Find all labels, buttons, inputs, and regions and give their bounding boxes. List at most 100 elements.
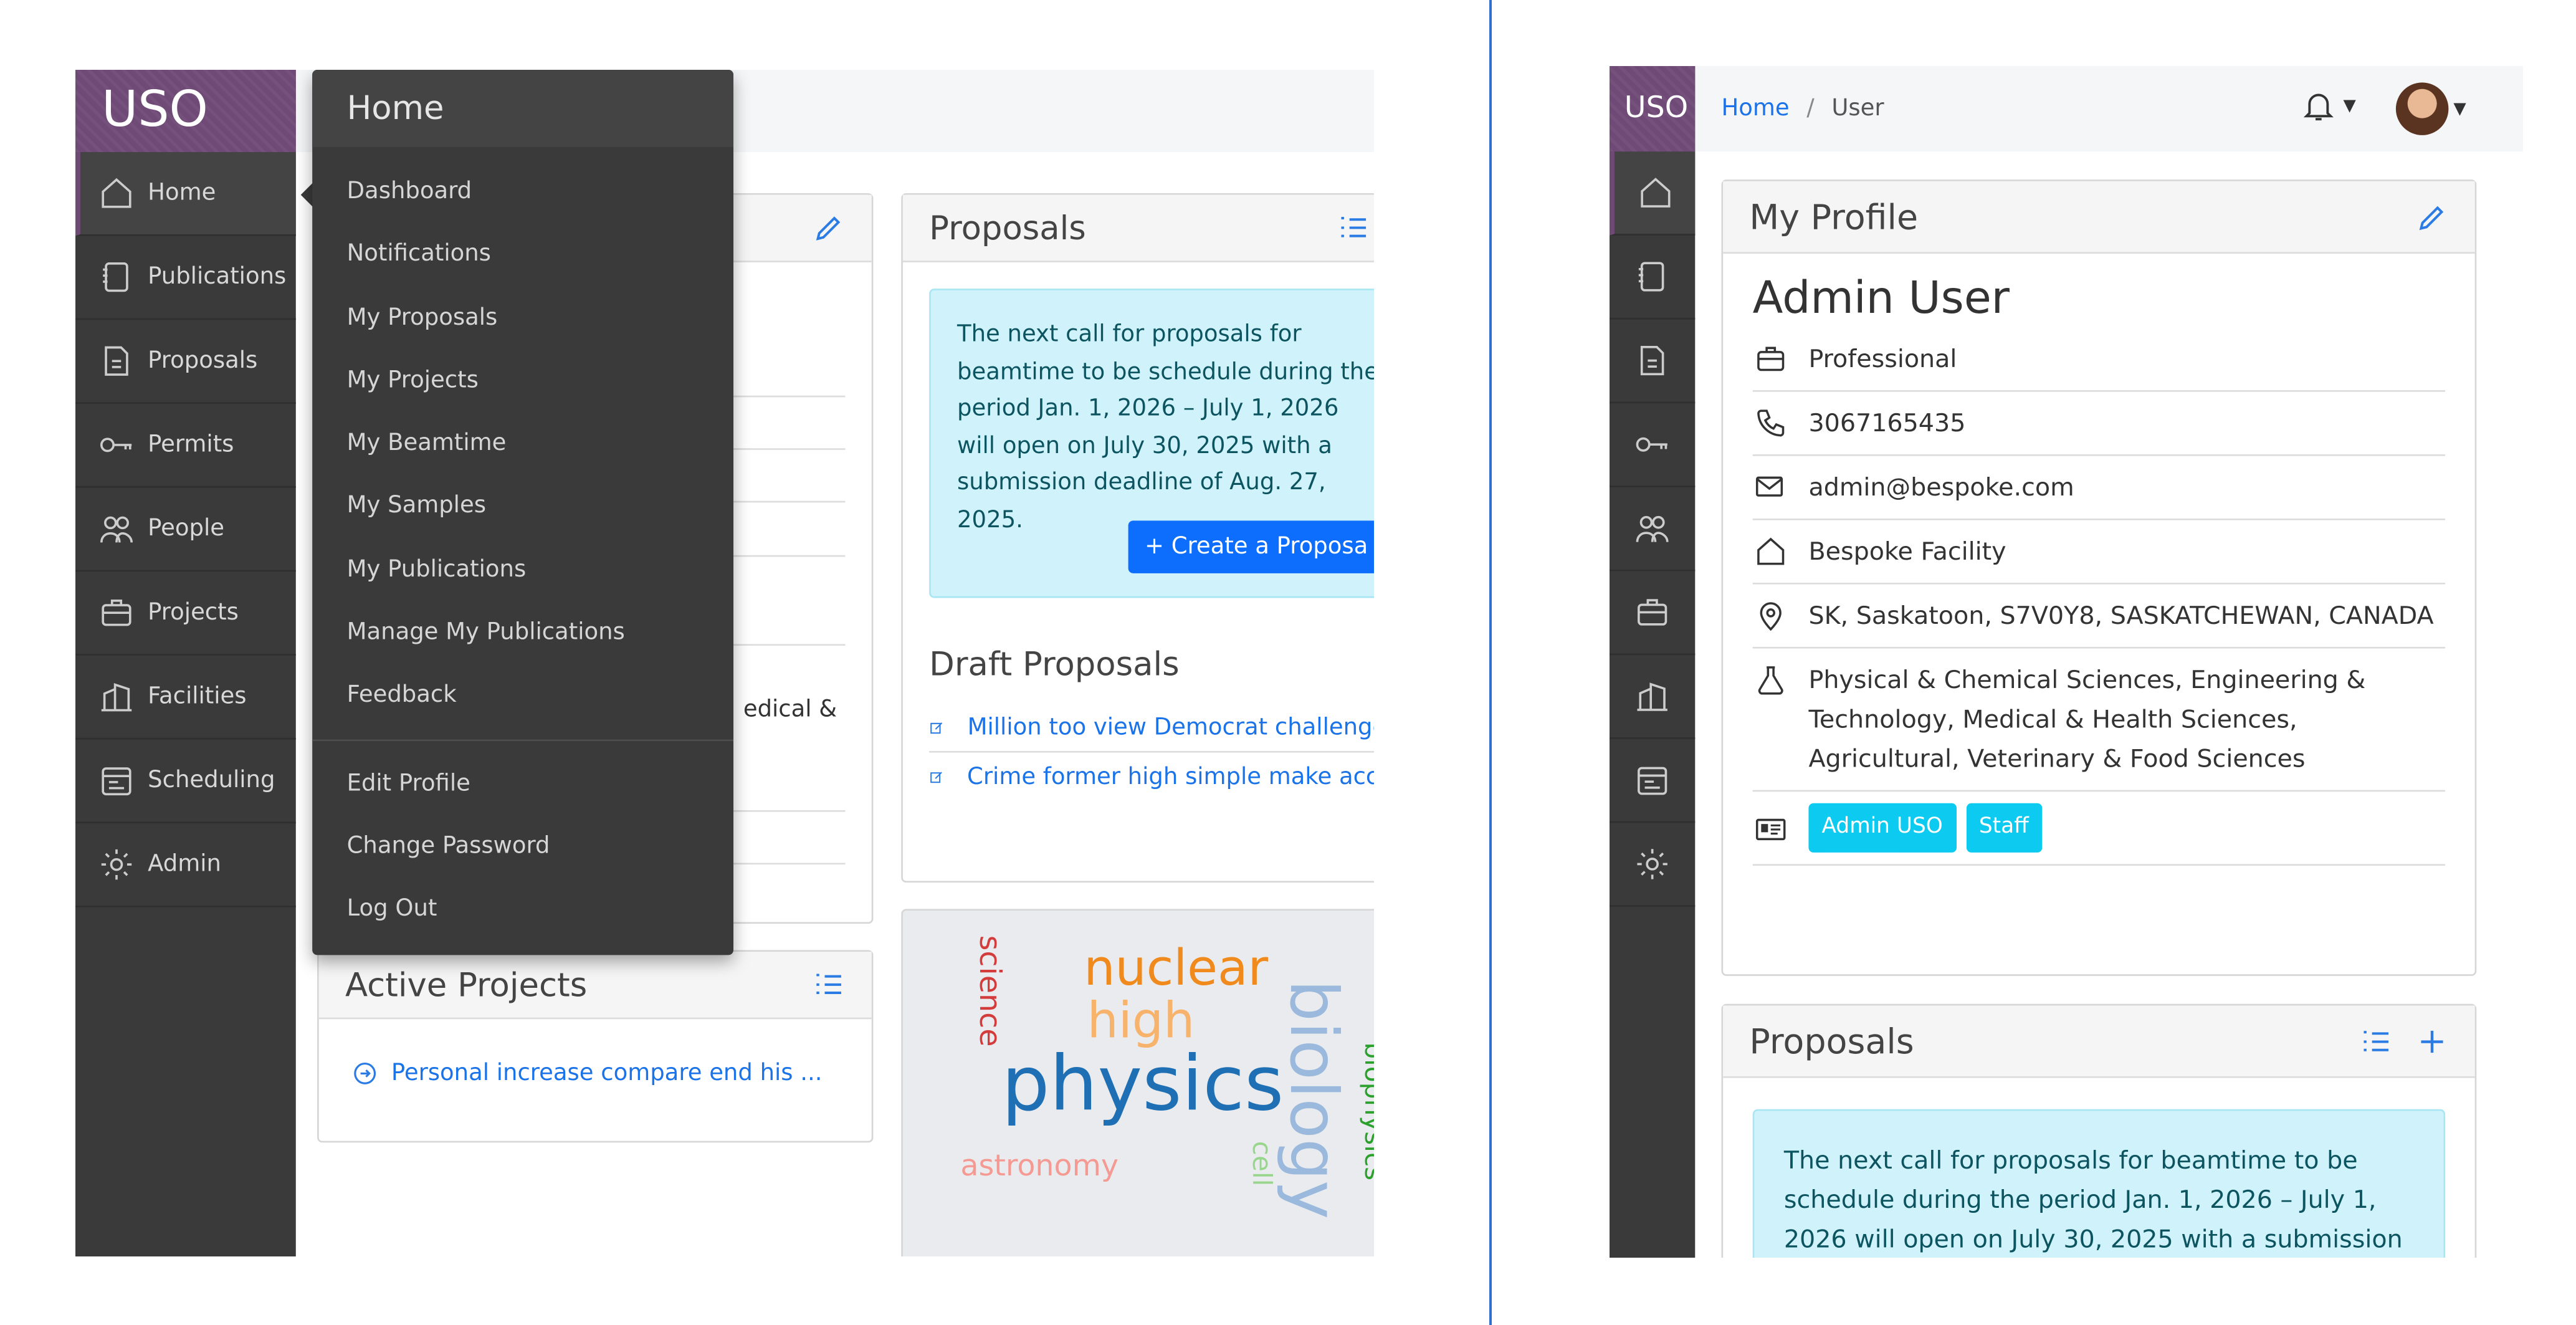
gear-icon: [98, 846, 135, 883]
facility-value: Bespoke Facility: [1808, 537, 2006, 567]
role-value: Professional: [1808, 344, 1957, 374]
home-icon: [1757, 537, 1785, 565]
sidebar-item-permits[interactable]: Permits: [75, 404, 296, 488]
proposals-icon: [98, 343, 135, 379]
home-icon: [1637, 175, 1673, 211]
breadcrumb-home[interactable]: Home: [1722, 96, 1790, 122]
screen-divider: [1489, 0, 1492, 1325]
active-projects-title: Active Projects: [345, 965, 588, 1005]
chevron-down-icon: ▼: [2343, 96, 2356, 115]
key-icon: [1634, 426, 1671, 462]
sidebar-item-proposals[interactable]: [1610, 320, 1696, 404]
sidebar-item-permits[interactable]: [1610, 403, 1696, 487]
edit-icon: [930, 772, 942, 783]
sidebar-item-publications[interactable]: [1610, 236, 1696, 320]
user-menu-button[interactable]: ▼: [2395, 82, 2466, 135]
sidebar-item-label: People: [148, 515, 224, 542]
sidebar-item-scheduling[interactable]: Scheduling: [75, 739, 296, 824]
sidebar-item-home[interactable]: Home: [75, 152, 296, 236]
sidebar-item-projects[interactable]: [1610, 571, 1696, 656]
sidebar-item-label: Projects: [148, 600, 239, 626]
menu-item-dashboard[interactable]: Dashboard: [312, 160, 733, 223]
word-cell: cell: [1246, 1141, 1278, 1187]
home-dropdown-menu: Home Dashboard Notifications My Proposal…: [312, 70, 733, 955]
menu-divider: [312, 739, 733, 741]
profile-row-areas: Physical & Chemical Sciences, Engineerin…: [1752, 649, 2446, 792]
sidebar-item-home[interactable]: [1610, 151, 1696, 236]
proposals-card: Proposals The next call for proposals fo…: [901, 193, 1374, 883]
building-icon: [1634, 678, 1671, 714]
my-profile-card: My Profile Admin User Professional 30671…: [1721, 179, 2477, 976]
menu-item-my-proposals[interactable]: My Proposals: [312, 286, 733, 349]
phone-value: 3067165435: [1808, 408, 1966, 438]
proposals-card-title: Proposals: [1749, 1021, 1914, 1061]
sidebar-item-facilities[interactable]: Facilities: [75, 656, 296, 740]
role-badge: Admin USO: [1808, 803, 1956, 853]
flask-icon: [1758, 666, 1783, 695]
key-icon: [98, 427, 135, 463]
sidebar-item-label: Facilities: [148, 683, 247, 710]
list-item[interactable]: Million too view Democrat challenge pe: [929, 705, 1374, 753]
my-profile-header: My Profile: [1723, 181, 2475, 254]
word-astronomy: astronomy: [960, 1149, 1119, 1184]
sidebar: USO Home Publications Proposals Permits …: [75, 70, 296, 1256]
menu-item-my-samples[interactable]: My Samples: [312, 476, 733, 538]
list-icon[interactable]: [1337, 211, 1370, 244]
map-pin-icon: [1760, 602, 1782, 631]
people-icon: [98, 511, 135, 547]
sidebar-item-publications[interactable]: Publications: [75, 236, 296, 320]
create-proposal-button[interactable]: + Create a Proposa: [1128, 520, 1374, 573]
word-nuclear: nuclear: [1084, 940, 1269, 998]
sidebar-item-label: Publications: [148, 264, 287, 290]
draft-link[interactable]: Crime former high simple make accordi: [967, 764, 1374, 790]
edit-icon: [930, 722, 943, 734]
role-badge: Staff: [1965, 803, 2042, 853]
sidebar-item-people[interactable]: People: [75, 488, 296, 572]
menu-item-feedback[interactable]: Feedback: [312, 664, 733, 727]
notifications-button[interactable]: ▼: [2301, 86, 2356, 125]
sidebar-item-scheduling[interactable]: [1610, 739, 1696, 823]
list-icon[interactable]: [813, 968, 846, 1001]
add-icon[interactable]: [2416, 1025, 2449, 1058]
draft-link[interactable]: Million too view Democrat challenge pe: [968, 715, 1374, 741]
menu-item-my-projects[interactable]: My Projects: [312, 350, 733, 413]
list-item[interactable]: Crime former high simple make accordi: [929, 754, 1374, 800]
profile-row-email: admin@bespoke.com: [1752, 456, 2446, 520]
breadcrumb-separator: /: [1806, 95, 1815, 122]
menu-item-my-publications[interactable]: My Publications: [312, 538, 733, 601]
pencil-icon[interactable]: [2416, 200, 2449, 233]
sidebar-item-admin[interactable]: [1610, 823, 1696, 907]
call-text: The next call for proposals for beamtime…: [1783, 1145, 2403, 1255]
menu-item-log-out[interactable]: Log Out: [312, 878, 733, 941]
profile-row-roles: Admin USO Staff: [1752, 792, 2446, 866]
people-icon: [1634, 510, 1671, 547]
pencil-icon[interactable]: [813, 211, 846, 244]
calendar-icon: [98, 762, 135, 798]
publications-icon: [98, 259, 135, 295]
profile-row-facility: Bespoke Facility: [1752, 520, 2446, 585]
menu-item-notifications[interactable]: Notifications: [312, 223, 733, 286]
briefcase-icon: [1757, 347, 1785, 371]
chevron-down-icon: ▼: [2453, 100, 2466, 118]
gear-icon: [1634, 846, 1671, 882]
brand-logo[interactable]: USO: [75, 70, 296, 152]
menu-item-change-password[interactable]: Change Password: [312, 815, 733, 878]
sidebar-item-proposals[interactable]: Proposals: [75, 320, 296, 404]
menu-item-edit-profile[interactable]: Edit Profile: [312, 752, 733, 815]
briefcase-icon: [1634, 594, 1671, 630]
word-cloud-card: science nuclear high biology physics bio…: [901, 909, 1374, 1256]
sidebar-item-projects[interactable]: Projects: [75, 572, 296, 656]
breadcrumb: Home / User: [1722, 96, 1884, 122]
menu-item-manage-publications[interactable]: Manage My Publications: [312, 601, 733, 664]
menu-item-my-beamtime[interactable]: My Beamtime: [312, 413, 733, 476]
sidebar-item-people[interactable]: [1610, 487, 1696, 572]
right-screenshot: USO Home / User ▼ ▼ My Profile Admin Use…: [1610, 66, 2523, 1258]
my-profile-title: My Profile: [1749, 196, 1919, 237]
sidebar-item-admin[interactable]: Admin: [75, 823, 296, 907]
list-item[interactable]: Personal increase compare end his ...: [352, 1060, 823, 1087]
profile-row-role: Professional: [1752, 328, 2446, 392]
sidebar-item-facilities[interactable]: [1610, 655, 1696, 739]
brand-logo[interactable]: USO: [1610, 66, 1696, 152]
project-link[interactable]: Personal increase compare end his ...: [391, 1060, 823, 1086]
list-icon[interactable]: [2360, 1025, 2393, 1058]
